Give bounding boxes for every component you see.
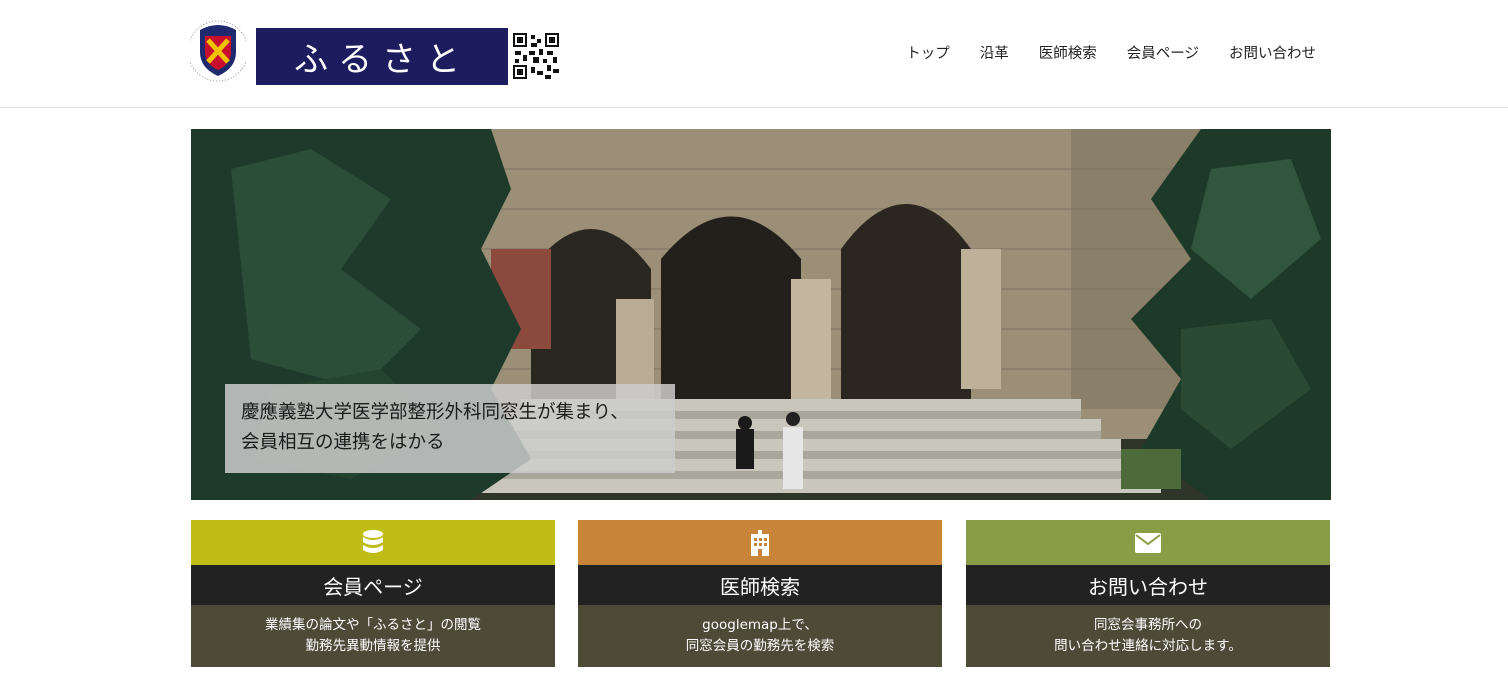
card-doctor-search-title: 医師検索 [578, 565, 942, 605]
site-header: ふるさと トップ 沿革 医師検索 会員ページ お問い合わせ [0, 0, 1508, 108]
nav-item-contact[interactable]: お問い合わせ [1229, 42, 1316, 63]
nav-item-top[interactable]: トップ [906, 42, 950, 63]
card-member-page-title: 会員ページ [191, 565, 555, 605]
card-member-page[interactable]: 会員ページ 業績集の論文や「ふるさと」の閲覧 勤務先異動情報を提供 [191, 520, 555, 667]
database-icon [363, 529, 383, 553]
building-icon [751, 529, 769, 556]
card-member-page-description: 業績集の論文や「ふるさと」の閲覧 勤務先異動情報を提供 [191, 605, 555, 667]
nav-item-member-page[interactable]: 会員ページ [1127, 42, 1199, 63]
card-member-page-header [191, 520, 555, 565]
card-contact-description: 同窓会事務所への 問い合わせ連絡に対応します。 [966, 605, 1330, 667]
card-member-page-line1: 業績集の論文や「ふるさと」の閲覧 [265, 617, 481, 633]
card-doctor-search[interactable]: 医師検索 googlemap上で、 同窓会員の勤務先を検索 [578, 520, 942, 667]
card-doctor-search-line2: 同窓会員の勤務先を検索 [685, 638, 835, 654]
card-contact-line1: 同窓会事務所への [1094, 617, 1202, 633]
site-logo-banner[interactable]: ふるさと [256, 28, 508, 85]
card-contact-line2: 問い合わせ連絡に対応します。 [1054, 638, 1242, 654]
card-doctor-search-description: googlemap上で、 同窓会員の勤務先を検索 [578, 605, 942, 667]
main-nav: トップ 沿革 医師検索 会員ページ お問い合わせ [906, 42, 1316, 63]
card-contact[interactable]: お問い合わせ 同窓会事務所への 問い合わせ連絡に対応します。 [966, 520, 1330, 667]
hero-caption-line1: 慶應義塾大学医学部整形外科同窓生が集まり、 [241, 402, 629, 423]
nav-item-doctor-search[interactable]: 医師検索 [1039, 42, 1097, 63]
card-contact-title: お問い合わせ [966, 565, 1330, 605]
envelope-icon [1135, 532, 1161, 553]
card-doctor-search-header [578, 520, 942, 565]
card-doctor-search-line1: googlemap上で、 [702, 617, 818, 633]
nav-item-history[interactable]: 沿革 [980, 42, 1009, 63]
hero-caption: 慶應義塾大学医学部整形外科同窓生が集まり、 会員相互の連携をはかる [225, 384, 675, 473]
keio-university-crest[interactable] [190, 18, 246, 84]
card-contact-header [966, 520, 1330, 565]
card-member-page-line2: 勤務先異動情報を提供 [305, 638, 441, 654]
site-logo-text: ふるさと [294, 40, 470, 80]
hero-caption-line2: 会員相互の連携をはかる [241, 432, 445, 453]
hero-image: 慶應義塾大学医学部整形外科同窓生が集まり、 会員相互の連携をはかる [191, 129, 1331, 500]
qr-code-icon [513, 33, 559, 79]
